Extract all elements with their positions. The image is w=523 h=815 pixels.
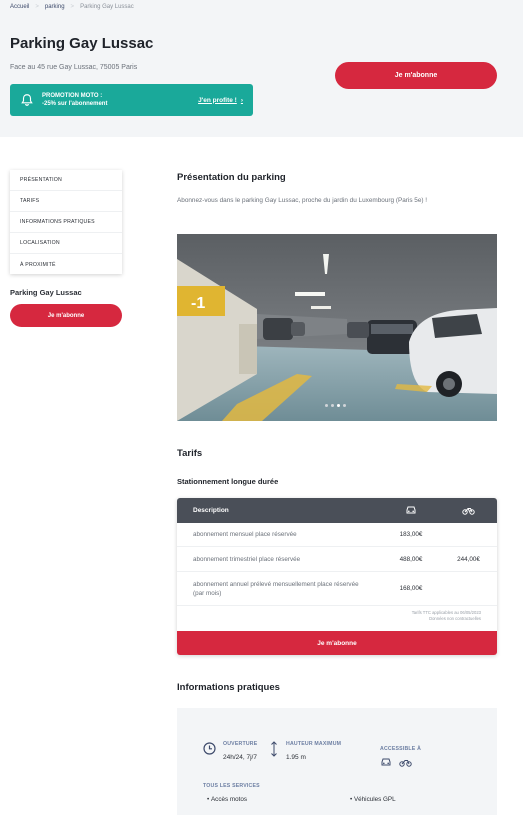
opening-value: 24h/24, 7j/7 [223,754,257,761]
service-item-label: Véhicules GPL [353,796,396,803]
column-description: Description [193,507,229,514]
height-label: HAUTEUR MAXIMUM [286,741,342,747]
car-icon [382,505,440,517]
car-icon [381,758,391,766]
promo-link[interactable]: J'en profite ! › [198,97,243,104]
presentation-text: Abonnez-vous dans le parking Gay Lussac,… [177,197,428,204]
service-item-label: Accès motos [210,796,248,803]
promo-title: PROMOTION MOTO : [42,93,103,99]
page-title: Parking Gay Lussac [10,35,154,52]
breadcrumb-parking[interactable]: parking [45,4,65,10]
presentation-title: Présentation du parking [177,172,286,183]
parking-photo-carousel[interactable]: -1 [177,234,497,421]
sidebar-parking-name: Parking Gay Lussac [10,288,82,297]
chevron-right-icon: › [240,96,243,104]
promo-detail: -25% sur l'abonnement [42,101,108,107]
price-row-label: abonnement mensuel place réservée [193,531,297,538]
price-table: Description abonnement mensuel place rés… [177,498,497,655]
clock-icon [203,742,216,755]
promo-link-label: J'en profite ! [198,96,237,104]
tarifs-title: Tarifs [177,448,203,459]
services-label: TOUS LES SERVICES [203,783,260,789]
price-car: 488,00€ [399,555,423,563]
nav-item-tarifs[interactable]: TARIFS [10,191,122,212]
breadcrumb-current: Parking Gay Lussac [80,4,134,10]
nav-item-localisation[interactable]: LOCALISATION [10,233,122,254]
price-moto: 244,00€ [457,555,480,563]
access-label: ACCESSIBLE À [380,746,422,752]
price-row-label: abonnement annuel prélevé mensuellement … [193,580,359,597]
breadcrumb-home[interactable]: Accueil [10,4,29,10]
nav-item-proximite[interactable]: À PROXIMITÉ [10,254,122,275]
price-row: abonnement trimestriel place réservée 48… [177,547,497,572]
price-row-label: abonnement trimestriel place réservée [193,555,301,563]
price-note: Tarifs TTC applicables au 06/05/2023 Don… [177,606,497,622]
opening-label: OUVERTURE [223,741,258,747]
subscribe-button[interactable]: Je m'abonne [335,62,497,89]
parking-address: Face au 45 rue Gay Lussac, 75005 Paris [10,64,138,71]
infos-title: Informations pratiques [177,682,280,693]
service-item: • Véhicules GPL [350,796,396,803]
height-arrows-icon [271,741,277,757]
motorcycle-icon [399,760,412,767]
price-note-disclaimer: Données non contractuelles [429,616,481,621]
carousel-dot[interactable] [325,404,328,407]
carousel-dot[interactable] [343,404,346,407]
infos-panel: OUVERTURE 24h/24, 7j/7 HAUTEUR MAXIMUM 1… [177,708,497,815]
bell-icon [21,94,33,106]
height-value: 1.95 m [286,754,306,761]
breadcrumb: Accueil > parking > Parking Gay Lussac [10,4,134,10]
price-row: abonnement annuel prélevé mensuellement … [177,572,497,606]
svg-text:-1: -1 [191,295,205,312]
tarifs-subtitle: Stationnement longue durée [177,477,279,486]
section-nav: PRÉSENTATION TARIFS INFORMATIONS PRATIQU… [10,170,122,274]
promo-banner[interactable]: PROMOTION MOTO : -25% sur l'abonnement J… [10,84,253,116]
price-row: abonnement mensuel place réservée 183,00… [177,523,497,547]
nav-item-presentation[interactable]: PRÉSENTATION [10,170,122,191]
sidebar-subscribe-button[interactable]: Je m'abonne [10,304,122,327]
breadcrumb-separator-icon: > [35,4,39,10]
table-subscribe-button[interactable]: Je m'abonne [177,631,497,655]
breadcrumb-separator-icon: > [70,4,75,10]
page-header: Accueil > parking > Parking Gay Lussac P… [0,0,523,137]
carousel-dots [325,404,346,407]
parking-photo: -1 [177,234,497,421]
service-item: • Accès motos [207,796,248,803]
price-car: 168,00€ [399,585,423,592]
carousel-dot[interactable] [331,404,334,407]
price-car: 183,00€ [399,531,423,538]
promo-text: PROMOTION MOTO : -25% sur l'abonnement [42,92,198,108]
price-table-header: Description [177,498,497,523]
nav-item-informations[interactable]: INFORMATIONS PRATIQUES [10,212,122,233]
carousel-dot-active[interactable] [337,404,340,407]
motorcycle-icon [440,505,497,517]
